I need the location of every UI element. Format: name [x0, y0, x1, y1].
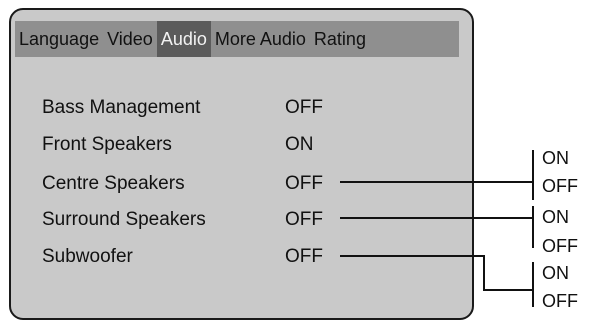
subwoofer-callout-line [340, 255, 532, 291]
surround-option-off: OFF [542, 236, 578, 256]
surround-option-on: ON [542, 207, 569, 227]
subwoofer-option-on: ON [542, 263, 569, 283]
centre-option-off: OFF [542, 176, 578, 196]
subwoofer-option-off: OFF [542, 291, 578, 311]
centre-option-on: ON [542, 148, 569, 168]
callout-lines [340, 150, 534, 307]
